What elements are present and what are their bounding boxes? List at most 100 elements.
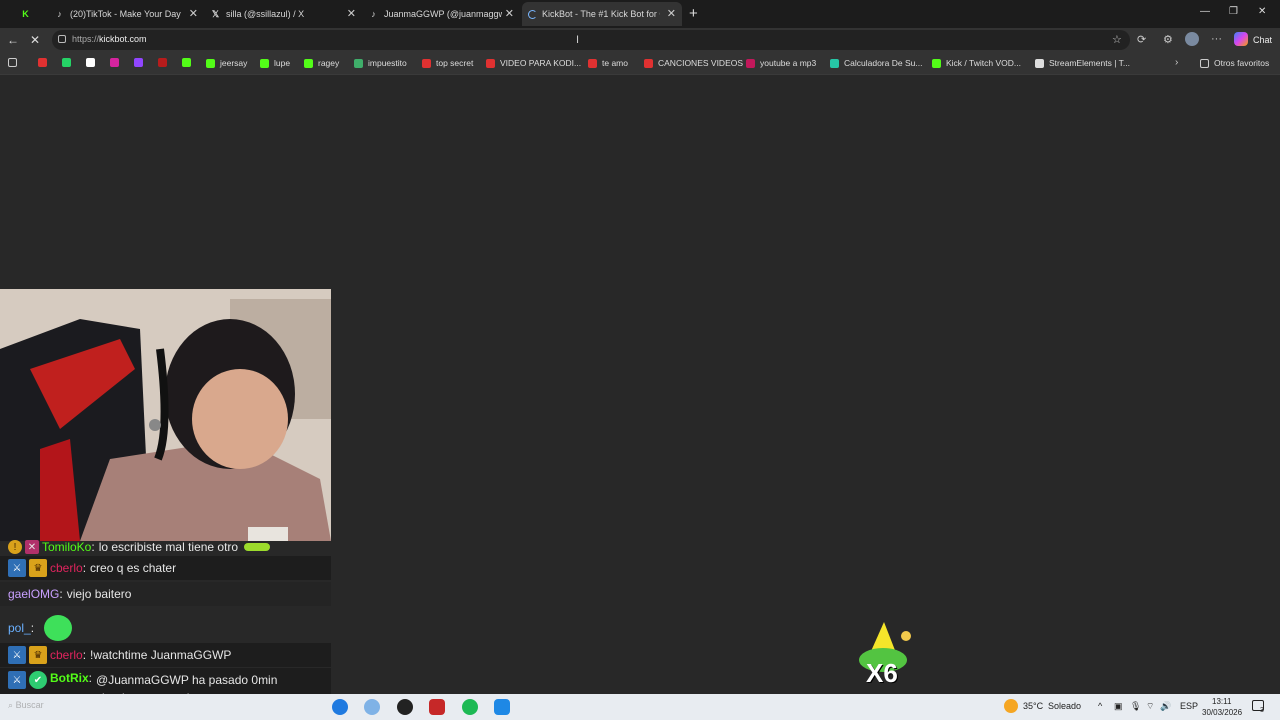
bookmark-item[interactable] [62,58,76,67]
address-bar[interactable] [52,30,1130,50]
chat-message: ⚔ ♛ cberlo: creo q es chater [0,556,331,580]
chevron-up-icon[interactable]: ^ [1098,701,1102,711]
tab-title: silla (@ssillazul) / X [226,9,305,19]
bookmark-label: Kick / Twitch VOD... [946,58,1021,68]
sun-icon[interactable] [1004,699,1018,713]
chat-overlay: ! ✕ TomiloKo: lo escribiste mal tiene ot… [0,540,331,720]
star-icon[interactable]: ☆ [1112,33,1122,46]
chevron-right-icon[interactable]: › [1175,57,1178,68]
microphone-icon[interactable]: 🎙 [1130,701,1141,712]
bookmark-item[interactable] [38,58,52,67]
mod-sword-icon: ⚔ [8,646,26,664]
bookmark-item[interactable]: jeersay [206,58,247,68]
youtube-icon [644,58,653,68]
copilot-icon[interactable] [1234,32,1248,46]
stop-icon[interactable]: ✕ [30,33,40,47]
spotify-icon[interactable] [462,699,478,715]
bookmark-item[interactable]: StreamElements | T... [1035,58,1130,68]
bookmark-label: youtube a mp3 [760,58,817,68]
clock-date[interactable]: 30/03/2026 [1202,708,1242,717]
bookmark-label: StreamElements | T... [1049,58,1130,68]
minimize-icon[interactable]: — [1200,6,1210,17]
bookmark-label: Calculadora De Su... [844,58,923,68]
reading-list-icon[interactable] [8,58,22,67]
restore-icon[interactable]: ❐ [1229,6,1238,17]
edge-dev-icon[interactable] [364,699,380,715]
edge-icon[interactable] [332,699,348,715]
close-icon[interactable]: ✕ [189,7,198,20]
bookmark-item[interactable]: VIDEO PARA KODI... [486,58,581,68]
bookmark-item[interactable] [134,58,148,67]
tab-tiktok[interactable]: ♪ (20)TikTok - Make Your Day ✕ [48,2,204,26]
tab-kickbot[interactable]: KickBot - The #1 Kick Bot for Chat ✕ [522,2,682,26]
impuestito-icon [354,58,363,68]
tab-title: (20)TikTok - Make Your Day [70,9,181,19]
close-icon[interactable]: ✕ [667,7,676,20]
calculator-icon [830,58,839,68]
url-text[interactable]: https://kickbot.com [72,34,147,44]
other-favorites[interactable]: Otros favoritos [1200,58,1269,68]
chat-text: creo q es chater [90,561,177,575]
bookmark-item[interactable] [86,58,100,67]
youtube-icon [588,58,597,68]
mod-sword-icon: ⚔ [8,671,26,689]
pepe-emote-icon [44,615,73,641]
crown-icon: ♛ [29,559,47,577]
chat-username: gaelOMG: [8,587,63,601]
bookmark-label: jeersay [220,58,248,68]
bookmark-item[interactable]: lupe [260,58,290,68]
verified-badge-icon: ✔ [29,671,47,689]
vscode-icon[interactable] [494,699,510,715]
close-window-icon[interactable]: ✕ [1258,6,1266,17]
more-icon[interactable]: ··· [1211,33,1222,45]
bookmark-item[interactable]: CANCIONES VIDEOS [644,58,743,68]
back-icon[interactable]: ← [7,33,19,47]
bookmark-item[interactable]: Kick / Twitch VOD... [932,58,1021,68]
chat-message: ⚔ ♛ cberlo: !watchtime JuanmaGGWP [0,643,331,667]
emote-icon [244,543,271,551]
bookmark-label: top secret [436,58,474,68]
chat-message: pol_: [0,608,331,648]
chat-text: !watchtime JuanmaGGWP [90,648,232,662]
obs-icon[interactable] [397,699,413,715]
youtube-icon [486,58,495,68]
search-box[interactable]: ⌕ Buscar [8,700,44,711]
extensions-icon[interactable]: ⟳ [1137,33,1146,46]
chat-button[interactable]: Chat [1253,35,1272,45]
chat-message: ! ✕ TomiloKo: lo escribiste mal tiene ot… [0,540,331,554]
chat-username: pol_: [8,621,35,635]
bookmark-label: VIDEO PARA KODI... [500,58,582,68]
profile-avatar[interactable] [1185,32,1199,46]
close-icon[interactable]: ✕ [505,7,514,20]
bookmark-item[interactable]: impuestito [354,58,407,68]
tab-x[interactable]: 𝕏 silla (@ssillazul) / X ✕ [204,2,362,26]
tab-tiktok-juanma[interactable]: ♪ JuanmaGGWP (@juanmaggwp) | T ✕ [362,2,520,26]
clock-time[interactable]: 13:11 [1212,697,1231,706]
instagram-icon [110,58,119,67]
favorites-icon[interactable]: ⚙ [1163,33,1173,46]
bookmark-label: CANCIONES VIDEOS [658,58,744,68]
bookmark-item[interactable]: te amo [588,58,628,68]
volume-icon[interactable]: 🔊 [1160,701,1171,712]
tray-app-icon[interactable]: ▣ [1114,701,1123,712]
bookmark-item[interactable] [182,58,196,67]
wifi-icon[interactable]: ⌔ [1146,701,1154,712]
chat-username: cberlo: [50,561,87,575]
language-indicator[interactable]: ESP [1180,701,1198,711]
weather-temp[interactable]: 35°C [1023,701,1043,711]
bookmark-item[interactable]: top secret [422,58,473,68]
bookmark-item[interactable]: ragey [304,58,339,68]
app-icon[interactable] [429,699,445,715]
tab-kick[interactable]: K [14,2,48,26]
combo-multiplier: X6 [866,658,898,688]
kick-icon [304,58,313,68]
close-icon[interactable]: ✕ [347,7,356,20]
bookmark-item[interactable] [158,58,172,67]
twitch-icon [134,58,143,67]
new-tab-button[interactable]: + [689,5,698,22]
bookmark-item[interactable]: youtube a mp3 [746,58,816,68]
site-info-icon[interactable] [58,35,66,43]
bookmark-item[interactable] [110,58,124,67]
weather-desc[interactable]: Soleado [1048,701,1081,711]
bookmark-item[interactable]: Calculadora De Su... [830,58,922,68]
